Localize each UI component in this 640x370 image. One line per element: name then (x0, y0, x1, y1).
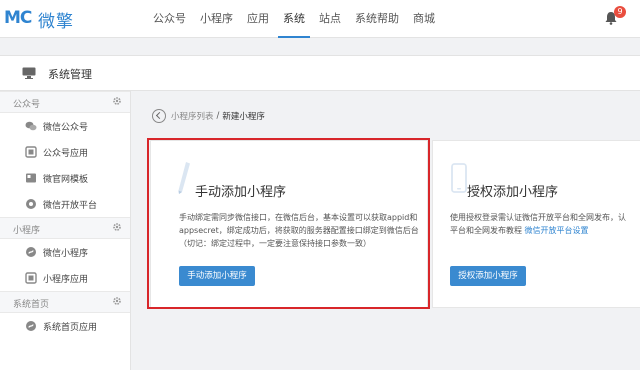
card-description-line: 平台和全网发布教程 微信开放平台设置 (450, 224, 640, 237)
nav-item-miniprogram[interactable]: 小程序 (193, 0, 240, 38)
sidebar-item-label: 小程序应用 (43, 275, 89, 285)
sidebar-item-account-apps[interactable]: 公众号应用 (0, 139, 130, 165)
manual-add-button[interactable]: 手动添加小程序 (179, 266, 255, 286)
sidebar-item-label: 公众号应用 (43, 149, 89, 159)
sidebar-section-miniprogram: 小程序 (0, 217, 130, 239)
gear-icon[interactable] (112, 96, 122, 106)
sidebar-section-label: 系统首页 (13, 300, 50, 310)
main-nav: 公众号 小程序 应用 系统 站点 系统帮助 商城 (146, 0, 442, 38)
gear-icon[interactable] (112, 222, 122, 232)
pencil-icon (178, 162, 190, 194)
nav-item-apps[interactable]: 应用 (240, 0, 276, 38)
sidebar-item-wechat-miniprogram[interactable]: 微信小程序 (0, 239, 130, 265)
sidebar-item-home-apps[interactable]: 系统首页应用 (0, 313, 130, 339)
open-platform-settings-link[interactable]: 微信开放平台设置 (525, 226, 589, 235)
template-icon (26, 173, 36, 183)
top-navbar: MC 微擎 公众号 小程序 应用 系统 站点 系统帮助 商城 9 (0, 0, 640, 38)
notification-badge: 9 (614, 6, 626, 18)
sidebar-section-label: 公众号 (13, 100, 41, 110)
auth-add-button[interactable]: 授权添加小程序 (450, 266, 526, 286)
nav-item-system[interactable]: 系统 (276, 0, 312, 38)
sidebar-item-label: 微信公众号 (43, 123, 89, 133)
sidebar-item-label: 微信小程序 (43, 249, 89, 259)
auth-add-card: 授权添加小程序 使用授权登录需认证微信开放平台和全网发布，认 平台和全网发布教程… (432, 140, 640, 308)
card-title: 手动添加小程序 (195, 185, 287, 200)
nav-item-help[interactable]: 系统帮助 (348, 0, 406, 38)
logo-mark: MC (4, 8, 32, 28)
phone-icon (451, 163, 467, 193)
breadcrumb-separator: / (216, 111, 220, 121)
page-title: 系统管理 (48, 68, 92, 81)
card-description-text: 平台和全网发布教程 (450, 226, 525, 235)
logo[interactable]: MC 微擎 (4, 6, 74, 32)
sidebar-section-label: 小程序 (13, 226, 41, 236)
back-arrow-icon[interactable] (152, 109, 166, 123)
card-description-line: 使用授权登录需认证微信开放平台和全网发布，认 (450, 213, 626, 222)
logo-text: 微擎 (38, 11, 74, 32)
sidebar: 公众号 微信公众号 公众号应用 微官网模板 微信开放平台 小程序 微信小程序 小… (0, 91, 131, 370)
sidebar-section-official-account: 公众号 (0, 91, 130, 113)
card-description: 手动绑定需同步微信接口，在微信后台，基本设置可以获取appid和appsecre… (179, 213, 419, 248)
miniapp-icon (26, 247, 36, 257)
nav-item-store[interactable]: 商城 (406, 0, 442, 38)
sidebar-item-miniprogram-apps[interactable]: 小程序应用 (0, 265, 130, 291)
breadcrumb: 小程序列表 / 新建小程序 (152, 108, 265, 124)
miniapp-app-icon (25, 272, 37, 284)
monitor-icon (22, 67, 36, 79)
sidebar-item-label: 微官网模板 (43, 175, 89, 185)
sidebar-item-label: 微信开放平台 (43, 201, 98, 211)
nav-item-site[interactable]: 站点 (312, 0, 348, 38)
open-platform-icon (26, 199, 36, 209)
breadcrumb-link[interactable]: 小程序列表 (171, 110, 214, 122)
card-title: 授权添加小程序 (467, 185, 559, 200)
app-icon (25, 146, 37, 158)
sidebar-item-open-platform[interactable]: 微信开放平台 (0, 191, 130, 217)
nav-item-official-account[interactable]: 公众号 (146, 0, 193, 38)
home-app-icon (26, 321, 36, 331)
manual-add-card: 手动添加小程序 手动绑定需同步微信接口，在微信后台，基本设置可以获取appid和… (150, 140, 428, 308)
card-description: 使用授权登录需认证微信开放平台和全网发布，认 平台和全网发布教程 微信开放平台设… (450, 211, 640, 237)
sidebar-item-site-templates[interactable]: 微官网模板 (0, 165, 130, 191)
sidebar-item-label: 系统首页应用 (43, 323, 98, 333)
sidebar-item-wechat-account[interactable]: 微信公众号 (0, 113, 130, 139)
wechat-icon (25, 121, 37, 131)
gear-icon[interactable] (112, 296, 122, 306)
sidebar-section-system-home: 系统首页 (0, 291, 130, 313)
breadcrumb-current: 新建小程序 (222, 112, 265, 122)
page-header: 系统管理 (0, 55, 640, 91)
